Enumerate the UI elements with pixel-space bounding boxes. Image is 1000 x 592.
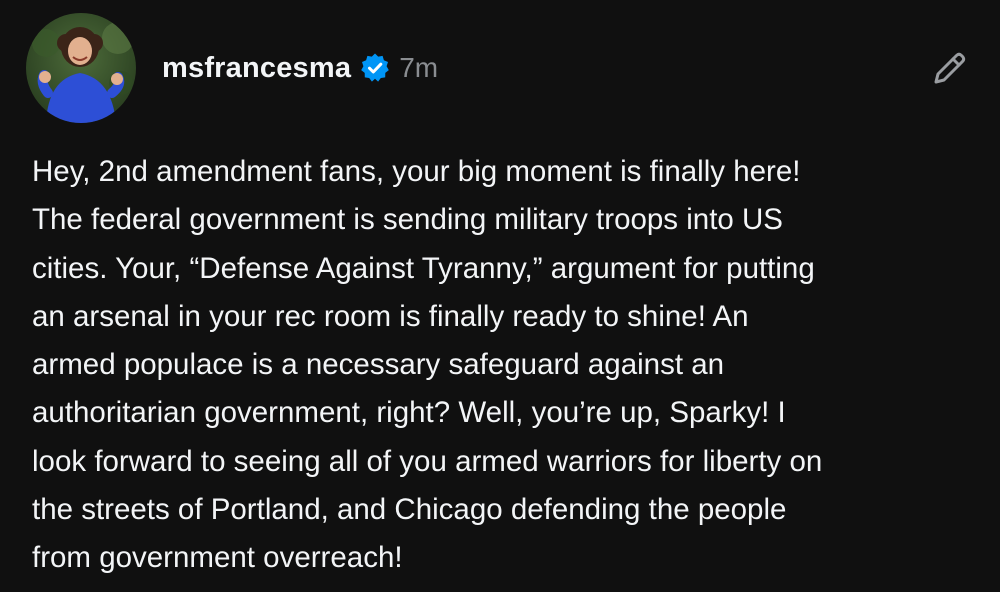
pencil-icon [934,52,966,84]
post-text-line: Hey, 2nd amendment fans, your big moment… [32,155,801,188]
post-text-line: look forward to seeing all of you armed … [32,444,823,478]
post-text-line: cities. Your, “Defense Against Tyranny,”… [32,251,815,285]
post-text-line: armed populace is a necessary safeguard … [32,348,725,382]
post-text-line: an arsenal in your rec room is finally r… [32,299,749,333]
post-text-line: authoritarian government, right? Well, y… [32,396,786,430]
post-body-text: Hey, 2nd amendment fans, your big moment… [32,148,982,583]
post-timestamp: 7m [399,52,439,83]
edit-button[interactable] [928,46,972,90]
avatar[interactable] [26,13,136,123]
verified-badge-icon [359,52,391,84]
profile-photo [26,13,136,123]
post-text-line: from government overreach! [32,541,403,575]
post-card: msfrancesma 7m Hey, 2nd amendment fans, … [0,0,1000,592]
username-link[interactable]: msfrancesma [162,52,351,85]
post-text-line: the streets of Portland, and Chicago def… [32,493,787,527]
post-header: msfrancesma 7m [162,46,438,90]
post-text-line: The federal government is sending milita… [32,203,783,237]
